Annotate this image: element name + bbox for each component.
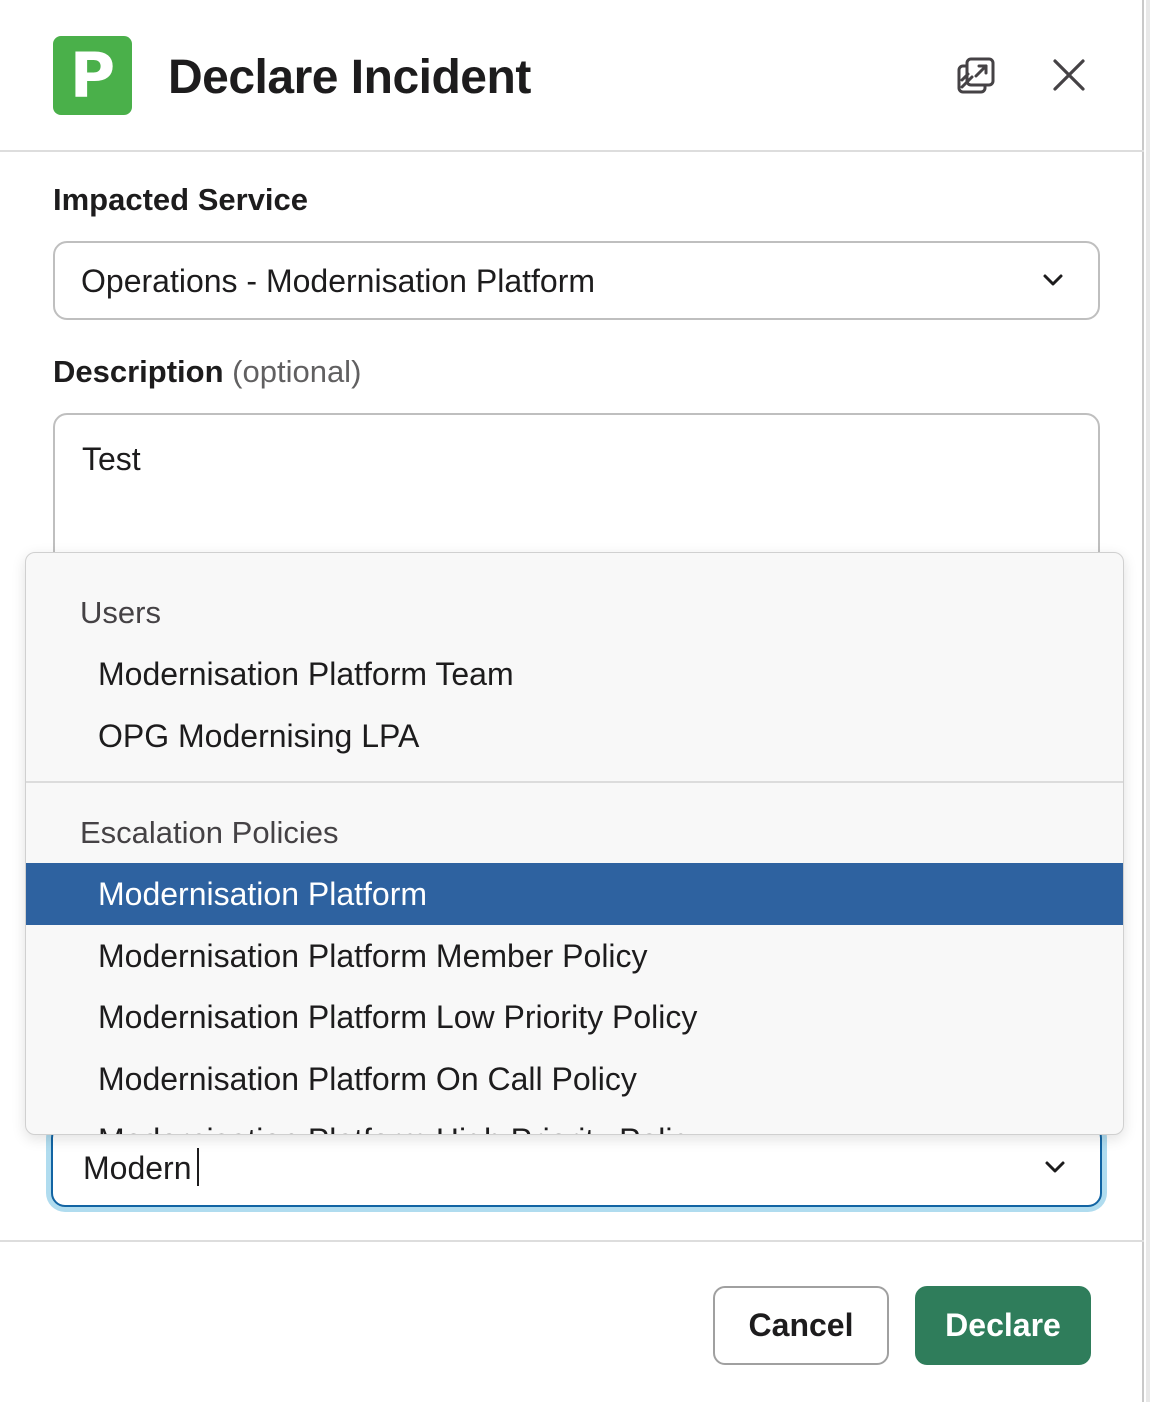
text-caret xyxy=(197,1148,199,1186)
declare-incident-modal: P Declare Incident Impacted Service Oper… xyxy=(0,0,1144,1402)
chevron-down-icon xyxy=(1043,274,1063,286)
popout-button[interactable] xyxy=(952,52,1000,100)
popout-window-icon xyxy=(957,57,995,94)
group-header-escalation-policies: Escalation Policies xyxy=(80,815,339,850)
description-textarea[interactable]: Test xyxy=(53,413,1100,573)
footer-divider xyxy=(0,1240,1144,1242)
description-value: Test xyxy=(82,441,141,477)
assignee-search-input[interactable]: Modern xyxy=(51,1124,1102,1207)
declare-button[interactable]: Declare xyxy=(915,1286,1091,1365)
impacted-service-select[interactable]: Operations - Modernisation Platform xyxy=(53,241,1100,320)
option-member-policy[interactable]: Modernisation Platform Member Policy xyxy=(26,925,1123,987)
modal-title: Declare Incident xyxy=(168,51,531,104)
impacted-service-value: Operations - Modernisation Platform xyxy=(81,263,595,299)
chevron-down-icon xyxy=(1045,1161,1065,1173)
assignee-dropdown-menu: Users Modernisation Platform Team OPG Mo… xyxy=(25,552,1124,1135)
modal-header: P Declare Incident xyxy=(0,0,1144,152)
close-button[interactable] xyxy=(1046,52,1092,98)
optional-hint: (optional) xyxy=(232,354,362,389)
group-header-users: Users xyxy=(80,595,161,630)
assignee-search-value: Modern xyxy=(83,1150,192,1186)
logo-letter: P xyxy=(69,38,116,112)
pagerduty-logo: P xyxy=(53,36,132,115)
option-modernisation-platform[interactable]: Modernisation Platform xyxy=(26,863,1123,925)
cancel-button[interactable]: Cancel xyxy=(713,1286,889,1365)
description-label-text: Description xyxy=(53,354,224,389)
impacted-service-label: Impacted Service xyxy=(53,182,309,217)
option-modernisation-platform-team[interactable]: Modernisation Platform Team xyxy=(26,643,1123,705)
option-on-call-policy[interactable]: Modernisation Platform On Call Policy xyxy=(26,1048,1123,1110)
group-divider xyxy=(26,781,1123,783)
option-opg-modernising-lpa[interactable]: OPG Modernising LPA xyxy=(26,705,1123,767)
background-edge xyxy=(1146,0,1150,1402)
description-label: Description (optional) xyxy=(53,354,361,390)
close-icon xyxy=(1053,59,1085,91)
option-high-priority-policy[interactable]: Modernisation Platform High Priority Pol… xyxy=(26,1109,1123,1135)
option-low-priority-policy[interactable]: Modernisation Platform Low Priority Poli… xyxy=(26,986,1123,1048)
